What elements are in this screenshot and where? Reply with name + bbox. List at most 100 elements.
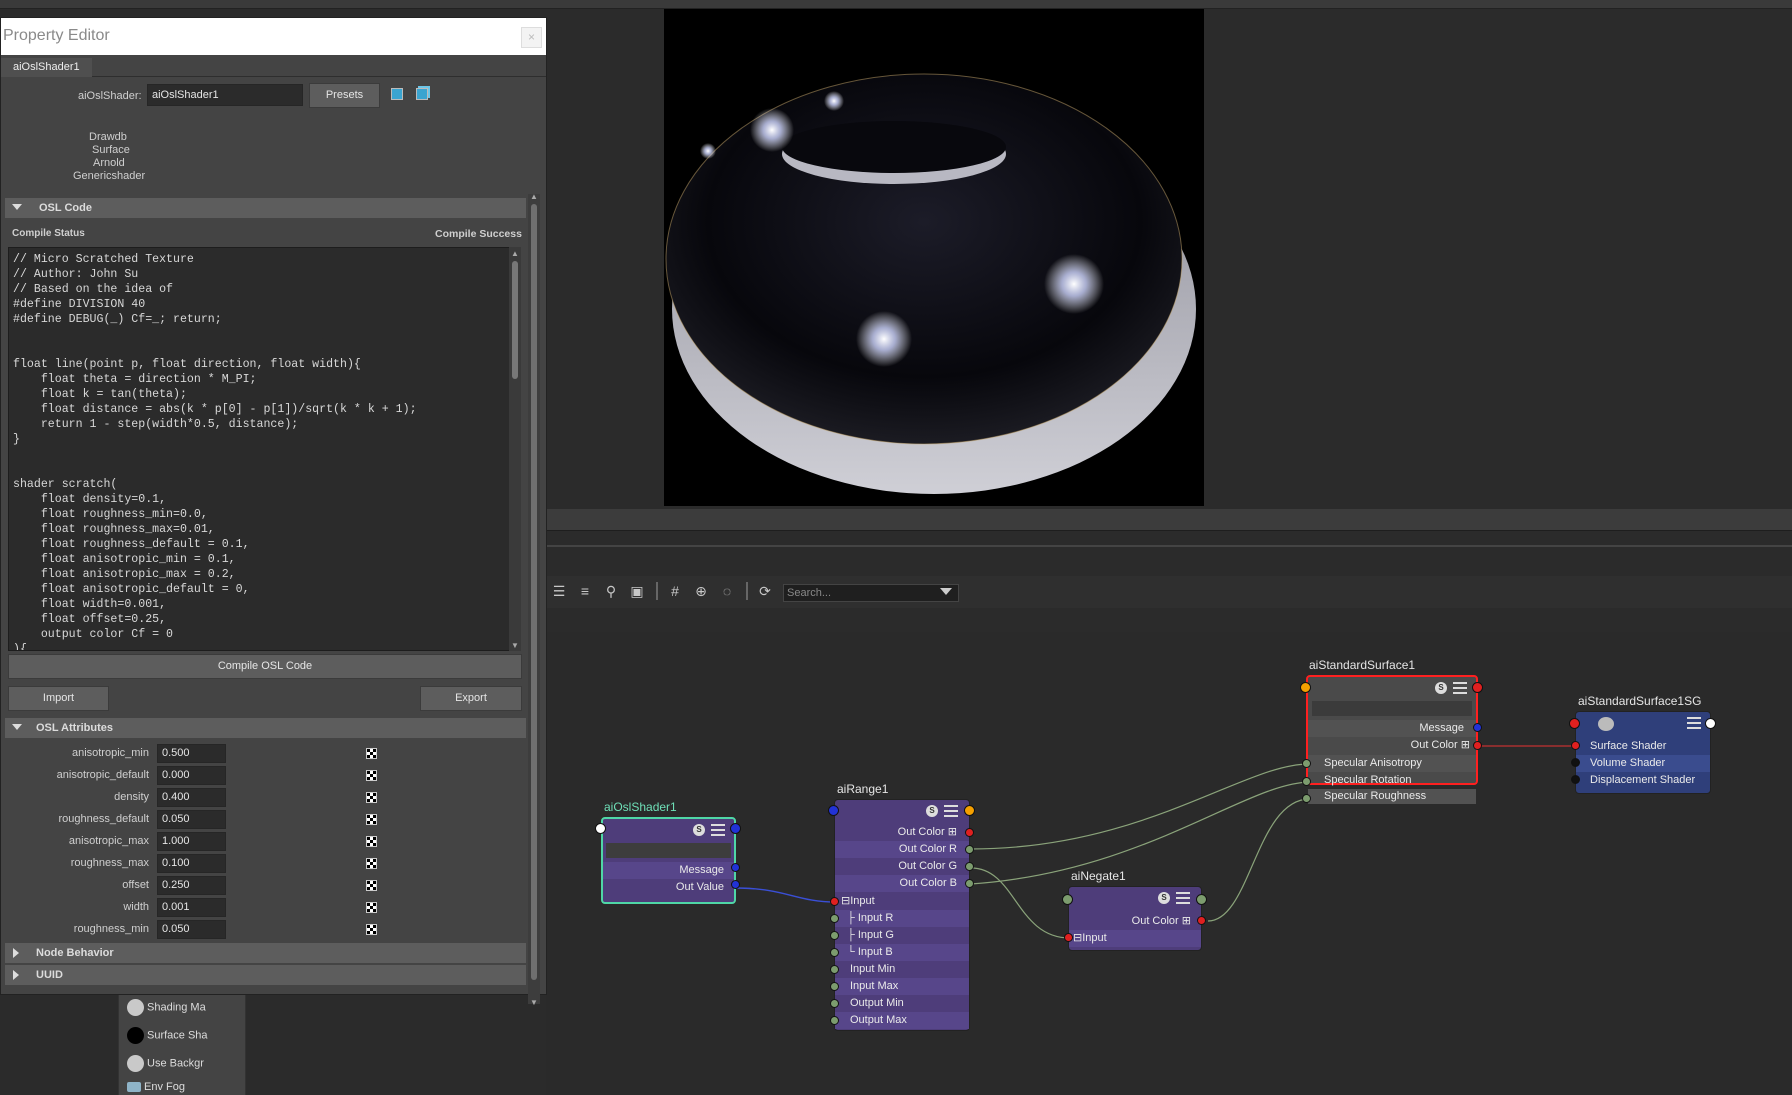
input-port[interactable] (1300, 682, 1311, 693)
input-g-port[interactable] (830, 931, 839, 940)
remnant-row[interactable]: Use Backgr (127, 1055, 204, 1075)
input-port[interactable] (595, 823, 606, 834)
input-port-color[interactable] (1064, 933, 1073, 942)
out-color-port[interactable] (965, 828, 974, 837)
frame-icon[interactable]: ▣ (628, 582, 646, 600)
node-name-field[interactable]: aiOslShader1 (147, 84, 303, 106)
map-texture-icon[interactable] (366, 902, 377, 913)
input-port[interactable] (828, 805, 839, 816)
section-osl-attributes[interactable]: OSL Attributes (5, 718, 526, 738)
remnant-row[interactable]: Env Fog (127, 1081, 185, 1095)
menu-icon[interactable] (711, 824, 725, 836)
input-r-port[interactable] (830, 914, 839, 923)
title-bar[interactable]: Property Editor × (1, 18, 546, 55)
input-b-port[interactable] (830, 948, 839, 957)
node-body[interactable]: S Message Out Color ⊞ Specular Anisotrop… (1306, 675, 1478, 804)
input-port-color[interactable] (830, 897, 839, 906)
out-color-r-port[interactable] (965, 845, 974, 854)
attribute-value-field[interactable]: 0.050 (157, 920, 226, 939)
node-body[interactable]: Surface Shader Volume Shader Displacemen… (1575, 711, 1711, 794)
snap-icon[interactable]: ⊕ (692, 582, 710, 600)
swatch-icon[interactable]: S (693, 824, 705, 836)
section-uuid[interactable]: UUID (5, 965, 526, 985)
out-color-g-port[interactable] (965, 862, 974, 871)
search-input[interactable]: Search... (783, 584, 959, 602)
zoom-icon[interactable]: ⚲ (602, 582, 620, 600)
attribute-value-field[interactable]: 0.050 (157, 810, 226, 829)
output-max-port[interactable] (830, 1016, 839, 1025)
specular-rotation-port[interactable] (1302, 777, 1311, 786)
menu-icon[interactable] (1176, 892, 1190, 904)
attribute-value-field[interactable]: 0.500 (157, 744, 226, 763)
chevron-down-icon[interactable] (940, 588, 952, 595)
osl-code-editor[interactable]: // Micro Scratched Texture // Author: Joh… (8, 247, 512, 651)
shading-group-icon[interactable] (1598, 717, 1614, 731)
focus-input-icon[interactable] (391, 88, 403, 100)
output-port[interactable] (1472, 682, 1483, 693)
attribute-value-field[interactable]: 0.250 (157, 876, 226, 895)
grid-icon[interactable]: # (666, 582, 684, 600)
copy-tab-icon[interactable] (416, 88, 428, 100)
attribute-value-field[interactable]: 0.000 (157, 766, 226, 785)
code-scrollbar-thumb[interactable] (512, 261, 518, 379)
property-editor-scrollbar[interactable]: ▲ ▼ (528, 192, 540, 1007)
menu-icon[interactable] (1453, 682, 1467, 694)
scroll-up-icon[interactable]: ▲ (511, 249, 519, 258)
input-min-port[interactable] (830, 965, 839, 974)
tab-aiOslShader1[interactable]: aiOslShader1 (1, 58, 92, 77)
export-button[interactable]: Export (420, 686, 522, 711)
menu-icon[interactable] (944, 805, 958, 817)
layout-icon[interactable]: ◌ (718, 582, 736, 600)
specular-anisotropy-port[interactable] (1302, 759, 1311, 768)
output-min-port[interactable] (830, 999, 839, 1008)
presets-button[interactable]: Presets (309, 83, 380, 108)
input-port[interactable] (1062, 894, 1073, 905)
list-view-icon[interactable]: ☰ (550, 582, 568, 600)
message-port[interactable] (731, 863, 740, 872)
attribute-value-field[interactable]: 0.100 (157, 854, 226, 873)
attribute-value-field[interactable]: 1.000 (157, 832, 226, 851)
displacement-shader-port[interactable] (1571, 775, 1580, 784)
scroll-up-icon[interactable]: ▲ (530, 192, 538, 201)
code-scrollbar[interactable]: ▲ ▼ (509, 247, 521, 651)
output-port[interactable] (1196, 894, 1207, 905)
input-max-port[interactable] (830, 982, 839, 991)
section-osl-code[interactable]: OSL Code (5, 198, 526, 218)
compile-osl-code-button[interactable]: Compile OSL Code (8, 654, 522, 679)
node-body[interactable]: S Out Color ⊞ ⊟Input (1068, 886, 1202, 951)
map-texture-icon[interactable] (366, 770, 377, 781)
output-port[interactable] (1705, 718, 1716, 729)
scroll-down-icon[interactable]: ▼ (511, 641, 519, 650)
map-texture-icon[interactable] (366, 858, 377, 869)
scroll-down-icon[interactable]: ▼ (530, 998, 538, 1007)
map-texture-icon[interactable] (366, 748, 377, 759)
node-body[interactable]: S Out Color ⊞ Out Color R Out Color G Ou… (834, 799, 970, 1031)
message-port[interactable] (1473, 723, 1482, 732)
specular-roughness-port[interactable] (1302, 794, 1311, 803)
out-color-port[interactable] (1473, 741, 1482, 750)
attribute-value-field[interactable]: 0.001 (157, 898, 226, 917)
remnant-row[interactable]: Surface Sha (127, 1027, 208, 1047)
swatch-icon[interactable]: S (1158, 892, 1170, 904)
out-value-port[interactable] (731, 880, 740, 889)
close-button[interactable]: × (521, 27, 542, 48)
input-port[interactable] (1569, 718, 1580, 729)
import-button[interactable]: Import (8, 686, 109, 711)
out-color-port[interactable] (1197, 916, 1206, 925)
panel-splitter[interactable] (546, 509, 1792, 531)
out-color-b-port[interactable] (965, 879, 974, 888)
attribute-value-field[interactable]: 0.400 (157, 788, 226, 807)
map-texture-icon[interactable] (366, 880, 377, 891)
stack-view-icon[interactable]: ≡ (576, 582, 594, 600)
map-texture-icon[interactable] (366, 814, 377, 825)
swatch-icon[interactable]: S (1435, 682, 1447, 694)
node-graph-area[interactable]: aiOslShader1 S Message Out Value aiRange… (546, 632, 1792, 1095)
property-editor-scrollbar-thumb[interactable] (531, 204, 537, 980)
output-port[interactable] (964, 805, 975, 816)
map-texture-icon[interactable] (366, 836, 377, 847)
swatch-icon[interactable]: S (926, 805, 938, 817)
volume-shader-port[interactable] (1571, 758, 1580, 767)
node-body[interactable]: S Message Out Value (601, 817, 736, 904)
map-texture-icon[interactable] (366, 924, 377, 935)
refresh-icon[interactable]: ⟳ (756, 582, 774, 600)
